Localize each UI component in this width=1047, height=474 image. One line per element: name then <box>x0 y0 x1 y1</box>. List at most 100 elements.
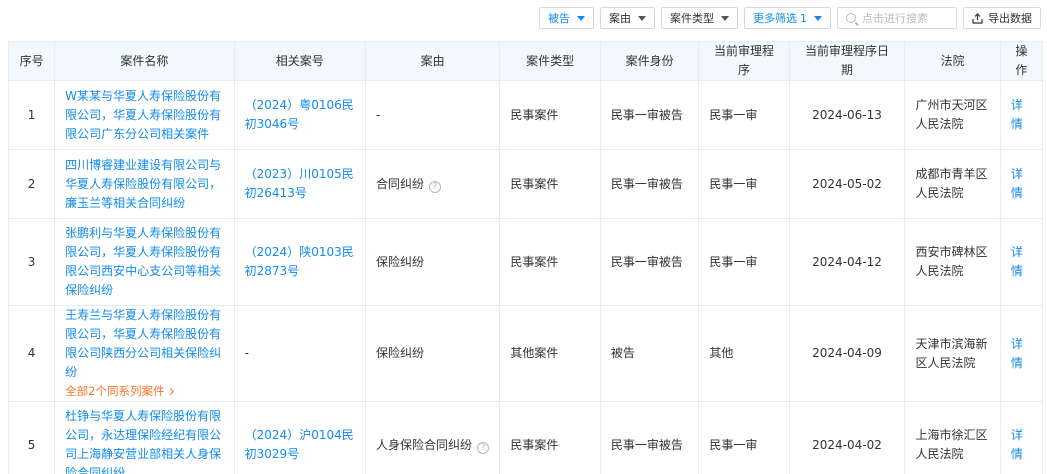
row-index: 3 <box>7 218 56 306</box>
case-type-cell: 民事案件 <box>499 401 601 474</box>
cause-text: 合同纠纷 <box>375 176 424 191</box>
case-type-cell: 民事案件 <box>499 80 601 150</box>
header-index: 序号 <box>7 41 56 81</box>
case-name-cell: 杜铮与华夏人寿保险股份有限公司，永达理保险经纪有限公司上海静安营业部相关人身保险… <box>54 401 235 474</box>
court-cell: 西安市碑林区人民法院 <box>904 218 1001 306</box>
case-no-cell: （2024）沪0104民初3029号 <box>233 401 366 474</box>
date-cell: 2024-06-13 <box>788 80 906 150</box>
case-no-link[interactable]: （2024）沪0104民初3029号 <box>245 428 354 461</box>
action-cell: 详情 <box>999 218 1044 306</box>
procedure-cell: 民事一审 <box>698 218 790 306</box>
defendant-filter-dropdown[interactable]: 被告 <box>539 7 594 29</box>
date-cell: 2024-05-02 <box>788 149 906 219</box>
case-no-cell: - <box>233 305 366 402</box>
procedure-cell: 民事一审 <box>698 401 790 474</box>
export-label: 导出数据 <box>988 12 1032 25</box>
table-header-row: 序号 案件名称 相关案号 案由 案件类型 案件身份 当前审理程序 当前审理程序日… <box>7 41 1044 81</box>
row-index: 5 <box>7 401 56 474</box>
caret-down-icon <box>814 15 822 21</box>
header-case-name: 案件名称 <box>54 41 235 81</box>
case-type-filter-dropdown[interactable]: 案件类型 <box>661 7 738 29</box>
cause-cell: 人身保险合同纠纷? <box>364 401 501 474</box>
date-cell: 2024-04-09 <box>788 305 906 402</box>
table-row: 5 杜铮与华夏人寿保险股份有限公司，永达理保险经纪有限公司上海静安营业部相关人身… <box>7 401 1044 474</box>
cases-table: 序号 案件名称 相关案号 案由 案件类型 案件身份 当前审理程序 当前审理程序日… <box>7 41 1044 474</box>
case-name-link[interactable]: 四川博睿建业建设有限公司与华夏人寿保险股份有限公司，廉玉兰等相关合同纠纷 <box>65 158 221 210</box>
case-type-filter-label: 案件类型 <box>670 12 714 25</box>
case-no-link[interactable]: （2023）川0105民初26413号 <box>245 167 354 200</box>
filter-toolbar: 被告 案由 案件类型 更多筛选 1 点击进行搜索 导出数据 <box>539 7 1041 29</box>
case-name-cell: W某某与华夏人寿保险股份有限公司，华夏人寿保险股份有限公司广东分公司相关案件 <box>54 80 235 150</box>
court-cell: 天津市滨海新区人民法院 <box>904 305 1001 402</box>
date-cell: 2024-04-02 <box>788 401 906 474</box>
case-no-link[interactable]: （2024）粤0106民初3046号 <box>245 98 354 131</box>
header-procedure: 当前审理程序 <box>698 41 790 81</box>
cause-filter-dropdown[interactable]: 案由 <box>600 7 655 29</box>
cause-text: 保险纠纷 <box>375 346 424 360</box>
cause-cell: 保险纠纷 <box>364 218 501 306</box>
defendant-filter-label: 被告 <box>548 12 570 25</box>
action-cell: 详情 <box>999 149 1044 219</box>
procedure-cell: 民事一审 <box>698 80 790 150</box>
row-index: 1 <box>7 80 56 150</box>
details-link[interactable]: 详情 <box>1011 167 1023 200</box>
row-index: 4 <box>7 305 56 402</box>
series-cases-link[interactable]: 全部2个同系列案件 <box>65 384 175 398</box>
procedure-cell: 其他 <box>698 305 790 402</box>
export-data-button[interactable]: 导出数据 <box>963 7 1041 29</box>
action-cell: 详情 <box>999 80 1044 150</box>
caret-down-icon <box>638 15 646 21</box>
details-link[interactable]: 详情 <box>1011 337 1023 370</box>
question-circle-icon[interactable]: ? <box>476 441 489 454</box>
role-cell: 民事一审被告 <box>599 401 700 474</box>
role-cell: 民事一审被告 <box>599 80 700 150</box>
case-no-link[interactable]: （2024）陕0103民初2873号 <box>245 245 354 278</box>
court-cell: 上海市徐汇区人民法院 <box>904 401 1001 474</box>
case-no-cell: （2024）陕0103民初2873号 <box>233 218 366 306</box>
search-icon <box>846 13 856 23</box>
table-row: 4 王寿兰与华夏人寿保险股份有限公司，华夏人寿保险股份有限公司陕西分公司相关保险… <box>7 305 1044 402</box>
header-role: 案件身份 <box>599 41 700 81</box>
case-name-link[interactable]: 张鹏利与华夏人寿保险股份有限公司，华夏人寿保险股份有限公司西安中心支公司等相关保… <box>65 226 221 297</box>
case-name-cell: 王寿兰与华夏人寿保险股份有限公司，华夏人寿保险股份有限公司陕西分公司相关保险纠纷… <box>54 305 235 402</box>
caret-down-icon <box>577 15 585 21</box>
more-filters-count: 1 <box>800 11 807 25</box>
details-link[interactable]: 详情 <box>1011 98 1023 131</box>
role-cell: 民事一审被告 <box>599 218 700 306</box>
chevron-right-icon <box>167 387 175 396</box>
action-cell: 详情 <box>999 305 1044 402</box>
role-cell: 民事一审被告 <box>599 149 700 219</box>
action-cell: 详情 <box>999 401 1044 474</box>
case-name-link[interactable]: 王寿兰与华夏人寿保险股份有限公司，华夏人寿保险股份有限公司陕西分公司相关保险纠纷 <box>65 308 221 379</box>
header-case-type: 案件类型 <box>499 41 601 81</box>
case-name-link[interactable]: W某某与华夏人寿保险股份有限公司，华夏人寿保险股份有限公司广东分公司相关案件 <box>65 89 221 141</box>
details-link[interactable]: 详情 <box>1011 428 1023 461</box>
more-filters-dropdown[interactable]: 更多筛选 1 <box>744 7 831 29</box>
question-circle-icon[interactable]: ? <box>428 180 441 193</box>
cause-cell: 合同纠纷? <box>364 149 501 219</box>
cause-text: - <box>375 107 381 122</box>
search-placeholder: 点击进行搜索 <box>862 12 928 25</box>
court-cell: 成都市青羊区人民法院 <box>904 149 1001 219</box>
case-name-link[interactable]: 杜铮与华夏人寿保险股份有限公司，永达理保险经纪有限公司上海静安营业部相关人身保险… <box>65 409 221 474</box>
date-cell: 2024-04-12 <box>788 218 906 306</box>
header-case-no: 相关案号 <box>233 41 366 81</box>
cause-filter-label: 案由 <box>609 12 631 25</box>
export-icon <box>972 12 983 24</box>
role-cell: 被告 <box>599 305 700 402</box>
case-name-cell: 张鹏利与华夏人寿保险股份有限公司，华夏人寿保险股份有限公司西安中心支公司等相关保… <box>54 218 235 306</box>
details-link[interactable]: 详情 <box>1011 245 1023 278</box>
cause-text: 人身保险合同纠纷 <box>375 437 472 452</box>
table-row: 3 张鹏利与华夏人寿保险股份有限公司，华夏人寿保险股份有限公司西安中心支公司等相… <box>7 218 1044 306</box>
cause-text: 保险纠纷 <box>375 254 424 269</box>
row-index: 2 <box>7 149 56 219</box>
table-row: 2 四川博睿建业建设有限公司与华夏人寿保险股份有限公司，廉玉兰等相关合同纠纷 （… <box>7 149 1044 219</box>
table-row: 1 W某某与华夏人寿保险股份有限公司，华夏人寿保险股份有限公司广东分公司相关案件… <box>7 80 1044 150</box>
cause-cell: - <box>364 80 501 150</box>
case-type-cell: 民事案件 <box>499 149 601 219</box>
case-name-cell: 四川博睿建业建设有限公司与华夏人寿保险股份有限公司，廉玉兰等相关合同纠纷 <box>54 149 235 219</box>
search-input[interactable]: 点击进行搜索 <box>837 7 957 29</box>
caret-down-icon <box>721 15 729 21</box>
case-type-cell: 民事案件 <box>499 218 601 306</box>
header-action: 操作 <box>999 41 1044 81</box>
